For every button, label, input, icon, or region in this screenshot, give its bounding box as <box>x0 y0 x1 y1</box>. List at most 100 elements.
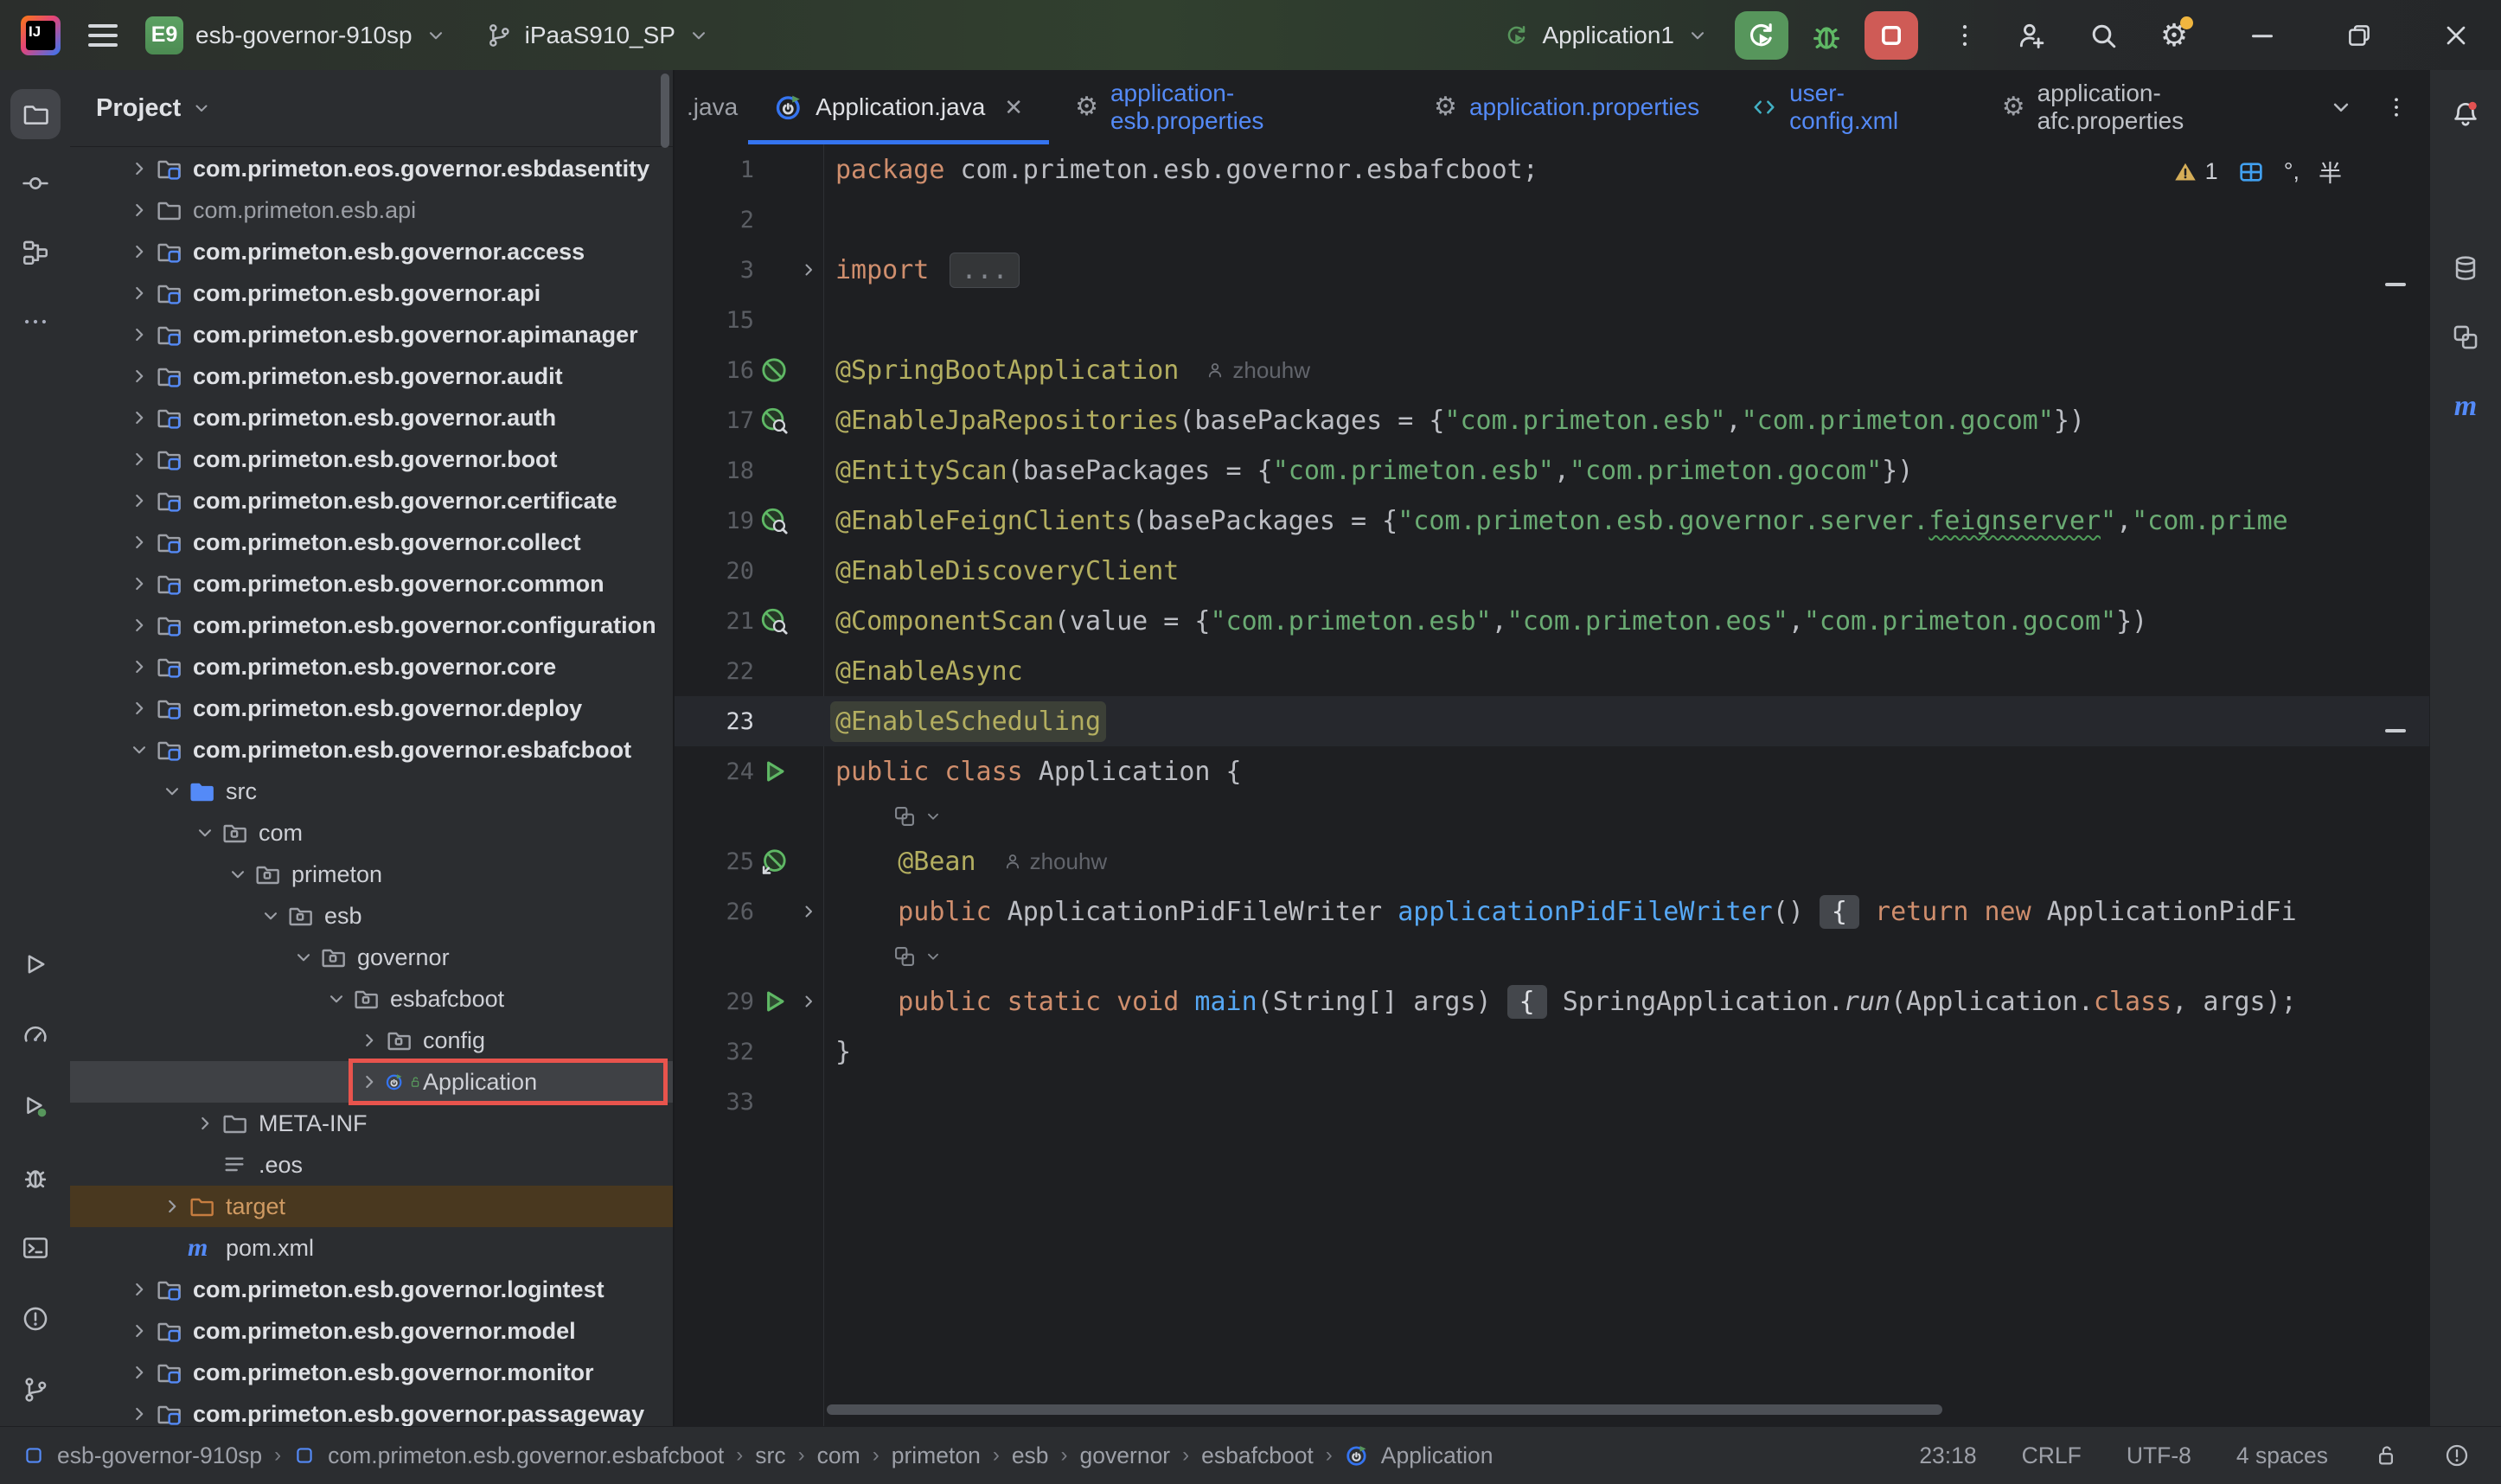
breadcrumb-item-esbafcboot[interactable]: esbafcboot <box>1201 1442 1314 1469</box>
maven-icon[interactable]: m <box>2440 381 2491 432</box>
horizontal-scrollbar[interactable] <box>827 1404 1942 1415</box>
chevron-down-icon[interactable] <box>288 946 319 969</box>
run-icon[interactable] <box>10 939 61 989</box>
terminal-icon[interactable] <box>10 1223 61 1273</box>
more-vertical-icon[interactable] <box>1944 15 1986 56</box>
tree-item-com.primeton.esb.governor.certificate[interactable]: com.primeton.esb.governor.certificate <box>70 480 673 521</box>
tree-item-com.primeton.esb.governor.esbafcboot[interactable]: com.primeton.esb.governor.esbafcboot <box>70 729 673 771</box>
chevron-right-icon[interactable] <box>124 531 155 553</box>
chevron-right-icon[interactable] <box>124 1361 155 1384</box>
tab-partial-java[interactable]: .java <box>675 70 748 144</box>
rerun-button[interactable] <box>1735 11 1788 60</box>
tree-item-target[interactable]: target <box>70 1186 673 1227</box>
warnings-indicator[interactable]: 1 <box>2172 158 2218 185</box>
restore-button[interactable] <box>2338 15 2380 56</box>
project-panel-header[interactable]: Project <box>70 70 673 147</box>
code-editor[interactable]: 1package com.primeton.esb.governor.esbaf… <box>675 144 2432 1427</box>
minimize-button[interactable] <box>2242 15 2283 56</box>
bean-gutter-icon[interactable] <box>754 355 794 385</box>
chevron-right-icon[interactable] <box>124 697 155 720</box>
tree-item-com.primeton.esb.api[interactable]: com.primeton.esb.api <box>70 189 673 231</box>
profiler-icon[interactable] <box>10 1010 61 1060</box>
tree-item-esbafcboot[interactable]: esbafcboot <box>70 978 673 1020</box>
chevron-right-icon[interactable] <box>124 365 155 387</box>
chevron-down-icon[interactable] <box>255 905 286 927</box>
add-user-icon[interactable] <box>2012 15 2053 56</box>
caret-position[interactable]: 23:18 <box>1919 1442 1976 1469</box>
tabs-dropdown-icon[interactable] <box>2328 94 2354 120</box>
close-icon[interactable]: ✕ <box>1004 94 1023 121</box>
tree-item-src[interactable]: src <box>70 771 673 812</box>
chevron-right-icon[interactable] <box>354 1071 385 1093</box>
chevron-right-icon[interactable] <box>124 199 155 221</box>
chevron-right-icon[interactable] <box>157 1195 188 1218</box>
breadcrumb-item-com.primeton.esb.governor.esbafcboot[interactable]: com.primeton.esb.governor.esbafcboot <box>293 1442 724 1469</box>
scan-gutter-icon[interactable] <box>754 606 794 636</box>
breadcrumb-item-com[interactable]: com <box>817 1442 860 1469</box>
fold-chevron-icon[interactable] <box>794 991 823 1012</box>
tab-user-config.xml[interactable]: user-config.xml <box>1725 70 1976 144</box>
tree-item-config[interactable]: config <box>70 1020 673 1061</box>
tree-item-com.primeton.esb.governor.apimanager[interactable]: com.primeton.esb.governor.apimanager <box>70 314 673 355</box>
debug-button[interactable] <box>1806 15 1847 56</box>
chevron-right-icon[interactable] <box>124 614 155 636</box>
settings-gear-icon[interactable]: ⚙ <box>2153 15 2195 56</box>
scan-gutter-icon[interactable] <box>754 406 794 435</box>
chevron-down-icon[interactable] <box>157 780 188 803</box>
chevron-right-icon[interactable] <box>189 1112 221 1135</box>
tree-item-com.primeton.esb.governor.core[interactable]: com.primeton.esb.governor.core <box>70 646 673 688</box>
more-vertical-icon[interactable] <box>2383 94 2409 120</box>
database-icon[interactable] <box>2440 243 2491 293</box>
fold-chevron-icon[interactable] <box>794 901 823 922</box>
scan-gutter-icon[interactable] <box>754 506 794 535</box>
tree-item-com.primeton.esb.governor.access[interactable]: com.primeton.esb.governor.access <box>70 231 673 272</box>
breadcrumb-item-esb[interactable]: esb <box>1012 1442 1049 1469</box>
chevron-right-icon[interactable] <box>124 240 155 263</box>
tree-item-com.primeton.esb.governor.audit[interactable]: com.primeton.esb.governor.audit <box>70 355 673 397</box>
notifications-bell-icon[interactable] <box>2440 89 2491 139</box>
tab-application.properties[interactable]: ⚙application.properties <box>1408 70 1725 144</box>
tree-item-governor[interactable]: governor <box>70 937 673 978</box>
error-circle-icon[interactable] <box>2444 1442 2470 1468</box>
tab-Application.java[interactable]: Application.java✕ <box>748 70 1049 144</box>
project-folder-icon[interactable] <box>10 89 61 139</box>
chevron-down-icon[interactable] <box>189 822 221 844</box>
chevron-right-icon[interactable] <box>124 1320 155 1342</box>
tree-item-com.primeton.esb.governor.deploy[interactable]: com.primeton.esb.governor.deploy <box>70 688 673 729</box>
run-gutter-icon[interactable] <box>754 987 794 1016</box>
stop-button[interactable] <box>1865 11 1918 60</box>
tab-application-esb.properties[interactable]: ⚙application-esb.properties <box>1049 70 1408 144</box>
tree-item-primeton[interactable]: primeton <box>70 854 673 895</box>
chevron-right-icon[interactable] <box>124 1278 155 1301</box>
chevron-right-icon[interactable] <box>124 656 155 678</box>
chevron-right-icon[interactable] <box>124 157 155 180</box>
run-gutter-icon[interactable] <box>754 757 794 786</box>
breadcrumb-item-src[interactable]: src <box>755 1442 785 1469</box>
inspection-widget[interactable]: 1 °, 半 <box>2172 155 2342 189</box>
run-configuration-selector[interactable]: Application1 <box>1504 22 1709 49</box>
chevron-right-icon[interactable] <box>124 448 155 470</box>
chevron-down-icon[interactable] <box>124 739 155 761</box>
tab-application-afc.properties[interactable]: ⚙application-afc.properties <box>1976 70 2328 144</box>
close-button[interactable] <box>2435 15 2477 56</box>
statusbar-module-name[interactable]: esb-governor-910sp <box>57 1442 262 1469</box>
tree-item-com.primeton.esb.governor.boot[interactable]: com.primeton.esb.governor.boot <box>70 438 673 480</box>
chevron-right-icon[interactable] <box>124 489 155 512</box>
main-menu-button[interactable] <box>83 19 123 52</box>
project-widget[interactable]: E9 esb-governor-910sp <box>145 16 447 54</box>
chevron-right-icon[interactable] <box>124 282 155 304</box>
chevron-right-icon[interactable] <box>124 323 155 346</box>
git-branch-icon[interactable] <box>10 1365 61 1415</box>
tree-item-com[interactable]: com <box>70 812 673 854</box>
spring-icon[interactable] <box>2440 312 2491 362</box>
debug-icon[interactable] <box>10 1152 61 1202</box>
chevron-down-icon[interactable] <box>321 988 352 1010</box>
tree-item-esb[interactable]: esb <box>70 895 673 937</box>
unlock-icon[interactable] <box>2373 1442 2399 1468</box>
tree-item-com.primeton.eos.governor.esbdasentity[interactable]: com.primeton.eos.governor.esbdasentity <box>70 148 673 189</box>
tree-item-Application[interactable]: Application <box>70 1061 673 1103</box>
beanarrow-gutter-icon[interactable] <box>754 847 794 876</box>
tree-item-META-INF[interactable]: META-INF <box>70 1103 673 1144</box>
chevron-right-icon[interactable] <box>124 572 155 595</box>
more-horizontal-icon[interactable] <box>10 297 61 347</box>
